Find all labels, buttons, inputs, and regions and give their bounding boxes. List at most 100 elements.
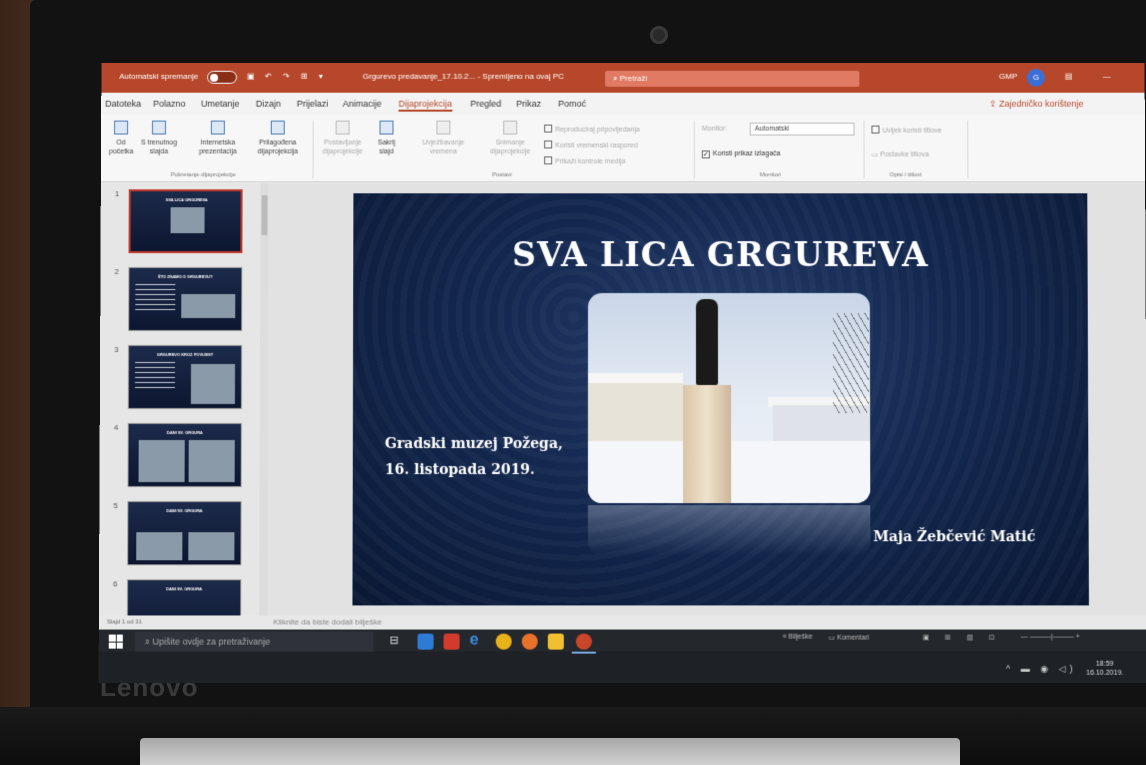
zoom-slider[interactable]: — ———|——— + [1021, 634, 1080, 641]
notes-input[interactable]: Kliknite da biste dodali bilješke [259, 615, 1146, 630]
list-item[interactable]: 5 DANI SV. GRGURA [99, 497, 249, 569]
thumbnail-image [188, 532, 235, 561]
slide-count: Slajd 1 od 31 [98, 615, 260, 630]
tab-prijelazi[interactable]: Prijelazi [297, 99, 328, 109]
sorter-view-icon[interactable]: ⊞ [945, 634, 951, 642]
record-show-button[interactable]: Snimanje dijaprojekcije [480, 120, 540, 157]
slide-thumbnail[interactable]: DANI SV. GRGURA [126, 579, 242, 616]
slide-number: 2 [114, 267, 119, 277]
present-icon[interactable]: ⊞ [301, 72, 308, 81]
avatar[interactable]: G [1026, 68, 1045, 87]
play-current-icon [151, 120, 167, 135]
taskbar: ≡ Bilješke ▭ Komentari ▣ ⊞ ▥ ⊡ — ———|———… [98, 629, 1146, 683]
thumbnail-image [170, 207, 205, 234]
taskbar-search-input[interactable]: ⌕ Upišite ovdje za pretraživanje [134, 631, 374, 652]
keyboard-edge [140, 738, 960, 765]
photo-statue [695, 299, 719, 385]
clock-time: 18:59 [1095, 660, 1114, 668]
list-item[interactable]: 3 GRGUREVO KROZ POVIJEST [100, 341, 250, 413]
slideshow-view-icon[interactable]: ⊡ [989, 634, 995, 642]
clock[interactable]: 18:59 16.10.2019. [1086, 660, 1123, 678]
notes-button[interactable]: ≡ Bilješke [782, 634, 812, 641]
system-tray-icons[interactable]: ^ ▬ ◉ ◁) [1006, 664, 1077, 675]
from-current-button[interactable]: S trenutnog slajda [139, 120, 179, 157]
from-beginning-button[interactable]: Od početka [109, 120, 133, 157]
custom-show-button[interactable]: Prilagođena dijaprojekcija [251, 120, 305, 157]
slide-title[interactable]: SVA LICA GRGUREVA [353, 235, 1087, 274]
autosave-toggle[interactable] [207, 70, 238, 84]
timer-icon [436, 120, 451, 135]
tab-dijaprojekcija[interactable]: Dijaprojekcija [398, 98, 452, 112]
thumbnail-image [181, 294, 236, 319]
save-icon[interactable]: ▣ [247, 72, 255, 81]
slide-thumbnail[interactable]: DANI SV. GRGURA [127, 423, 242, 488]
current-slide[interactable]: SVA LICA GRGUREVA Gradski muzej Požega, … [352, 193, 1089, 606]
online-present-button[interactable]: Internetska prezentacija [193, 120, 243, 157]
firefox-icon[interactable] [521, 633, 538, 650]
media-controls-option[interactable]: Prikaži kontrole medija [544, 156, 625, 165]
slide-thumbnail[interactable]: ŠTO ZNAMO O GRGUREVU? [128, 267, 243, 332]
chevron-down-icon[interactable]: ▾ [319, 72, 323, 81]
group-separator [693, 120, 695, 179]
slide-thumbnail[interactable]: GRGUREVO KROZ POVIJEST [127, 345, 243, 410]
reading-view-icon[interactable]: ▥ [967, 634, 974, 642]
presenter-view-option[interactable]: ✓ Koristi prikaz izlagača [701, 150, 781, 159]
checkbox-icon [544, 156, 553, 165]
rehearse-timings-button[interactable]: Uvježbavanje vremena [410, 120, 476, 157]
monitor-select[interactable]: Automatski [749, 122, 855, 136]
slide-edit-area: SVA LICA GRGUREVA Gradski muzej Požega, … [267, 183, 1146, 616]
play-narrations-option[interactable]: Reproduciraj pripovijedanja [544, 124, 640, 134]
scroll-thumb[interactable] [261, 195, 268, 236]
caption-settings-button[interactable]: ▭ Postavke titlova [872, 150, 930, 158]
ribbon-tabs: Datoteka Polazno Umetanje Dizajn Prijela… [101, 92, 1145, 115]
checkbox-icon [871, 125, 880, 134]
chrome-icon[interactable] [495, 633, 512, 650]
record-icon [503, 120, 518, 135]
setup-show-button[interactable]: Postavljanje dijaprojekcije [319, 120, 367, 157]
tab-pregled[interactable]: Pregled [470, 99, 501, 109]
ribbon-display-icon[interactable]: ▤ [1065, 72, 1073, 81]
normal-view-icon[interactable]: ▣ [923, 634, 930, 642]
thumbnail-title: ŠTO ZNAMO O GRGUREVU? [157, 274, 213, 280]
group-separator [312, 120, 314, 179]
tab-dizajn[interactable]: Dizajn [256, 99, 281, 109]
start-group-label: Pokretanje dijaprojekcije [170, 172, 236, 179]
undo-icon[interactable]: ↶ [265, 72, 272, 81]
hide-slide-button[interactable]: Sakrij slajd [372, 120, 400, 157]
thumbnail-image [188, 440, 235, 483]
tab-animacije[interactable]: Animacije [343, 99, 382, 109]
list-item[interactable]: 1 SVA LICA GRGUREVA [101, 185, 251, 257]
statue-photo[interactable] [587, 293, 871, 504]
title-bar: Automatski spremanje ▣ ↶ ↷ ⊞ ▾ Grgurevo … [101, 62, 1145, 93]
minimize-icon[interactable]: — [1103, 72, 1111, 81]
photo-pedestal [683, 384, 732, 504]
redo-icon[interactable]: ↷ [283, 72, 290, 81]
autosave-label: Automatski spremanje [119, 71, 199, 81]
slide-thumbnail[interactable]: SVA LICA GRGUREVA [128, 189, 243, 254]
file-explorer-icon[interactable] [547, 633, 564, 650]
windows-start-icon[interactable] [108, 634, 123, 649]
tab-prikaz[interactable]: Prikaz [516, 99, 541, 109]
comments-button[interactable]: ▭ Komentari [828, 634, 869, 642]
tab-datoteka[interactable]: Datoteka [105, 99, 141, 109]
tab-polazno[interactable]: Polazno [153, 99, 185, 109]
ribbon: Od početka S trenutnog slajda Internetsk… [100, 114, 1146, 183]
edge-browser-icon[interactable]: e [470, 632, 486, 650]
search-input[interactable]: ⌕ Pretraži [605, 70, 860, 87]
list-item[interactable]: 6 DANI SV. GRGURA [99, 575, 249, 616]
play-icon [114, 120, 129, 135]
list-item[interactable]: 2 ŠTO ZNAMO O GRGUREVU? [100, 263, 250, 335]
use-timings-option[interactable]: Koristi vremenski raspored [544, 140, 638, 149]
tab-umetanje[interactable]: Umetanje [201, 99, 239, 109]
always-captions-option[interactable]: Uvijek koristi titlove [871, 125, 942, 135]
tab-pomoc[interactable]: Pomoć [558, 99, 586, 109]
media-app-icon[interactable] [443, 633, 460, 650]
slide-subtitle[interactable]: Gradski muzej Požega, 16. listopada 2019… [385, 431, 563, 483]
slide-thumbnail[interactable]: DANI SV. GRGURA [127, 501, 242, 566]
task-view-icon[interactable]: ⊟ [389, 634, 405, 650]
powerpoint-icon[interactable] [575, 633, 592, 650]
share-button[interactable]: ⇪ Zajedničko korištenje [989, 99, 1083, 110]
list-item[interactable]: 4 DANI SV. GRGURA [99, 419, 249, 491]
slide-author[interactable]: Maja Žebčević Matić [873, 529, 1035, 545]
teamviewer-icon[interactable] [417, 633, 434, 650]
